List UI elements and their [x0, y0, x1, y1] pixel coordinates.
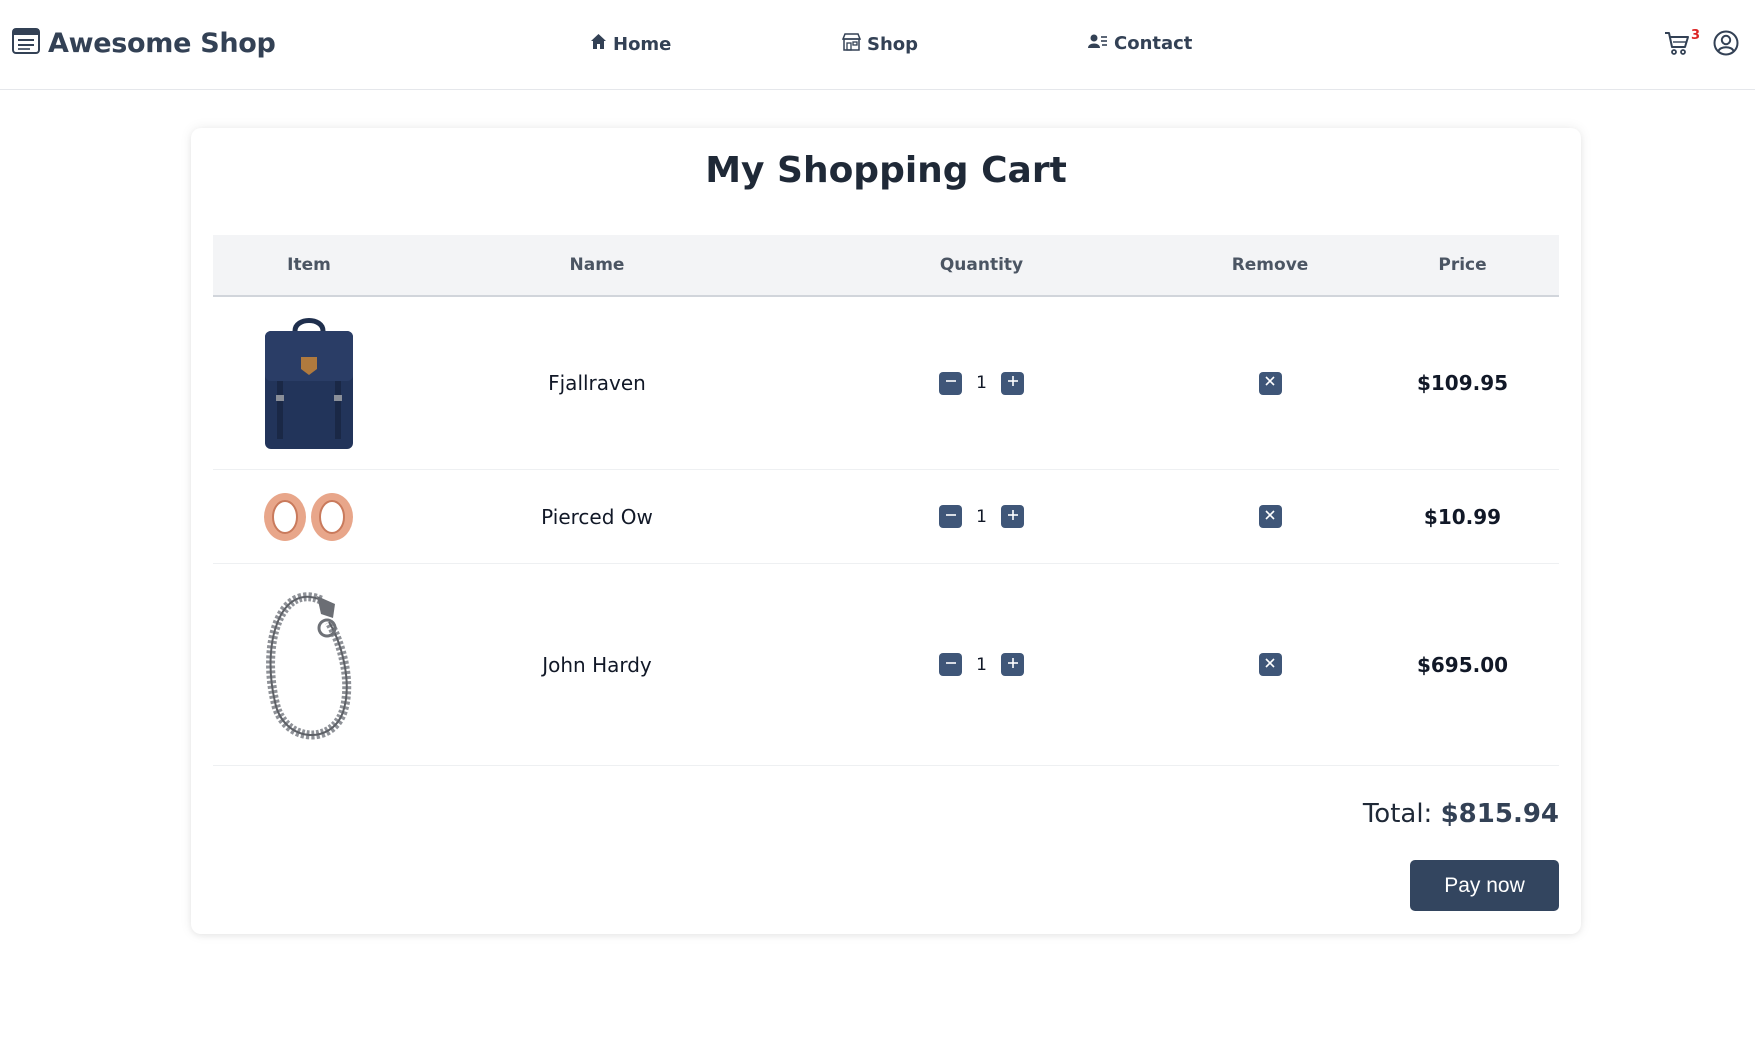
quantity-value: 1	[976, 506, 987, 527]
cart-count-badge: 3	[1691, 28, 1701, 43]
brand-link[interactable]: Awesome Shop	[12, 28, 276, 59]
close-icon	[1264, 656, 1276, 674]
product-image-bracelet[interactable]	[213, 564, 405, 765]
quantity-stepper: 1	[939, 653, 1024, 676]
home-icon	[590, 33, 607, 55]
increase-quantity-button[interactable]	[1001, 371, 1024, 395]
product-image-backpack[interactable]	[213, 297, 405, 469]
quantity-value: 1	[976, 654, 987, 675]
quantity-stepper: 1	[939, 505, 1024, 528]
cart-card: My Shopping Cart Item Name Quantity Remo…	[191, 128, 1581, 934]
top-navbar: Awesome Shop Home Shop Contact 3	[0, 0, 1755, 90]
page-title: My Shopping Cart	[705, 150, 1067, 191]
table-row: Pierced Ow 1 $10.99	[213, 470, 1559, 564]
product-price: $695.00	[1416, 652, 1509, 677]
increase-quantity-button[interactable]	[1001, 505, 1024, 528]
cart-button[interactable]: 3	[1664, 28, 1700, 60]
minus-icon	[945, 656, 957, 674]
nav-home[interactable]: Home	[590, 33, 671, 55]
increase-quantity-button[interactable]	[1001, 653, 1024, 676]
total-value: $815.94	[1440, 799, 1559, 829]
total-label: Total:	[1362, 799, 1433, 829]
menu-box-icon	[12, 28, 40, 59]
plus-icon	[1007, 656, 1019, 674]
table-header: Item Name Quantity Remove Price	[213, 235, 1559, 297]
product-name: John Hardy	[542, 652, 652, 677]
table-row: Fjallraven 1 $109.95	[213, 297, 1559, 470]
remove-item-button[interactable]	[1258, 505, 1282, 528]
quantity-value: 1	[976, 373, 987, 393]
remove-item-button[interactable]	[1258, 371, 1282, 395]
account-button[interactable]	[1713, 30, 1739, 56]
close-icon	[1264, 508, 1276, 526]
cart-icon	[1664, 32, 1690, 60]
plus-icon	[1007, 508, 1019, 526]
minus-icon	[945, 374, 957, 392]
close-icon	[1264, 374, 1276, 392]
quantity-stepper: 1	[939, 371, 1024, 395]
nav-shop-label: Shop	[867, 34, 919, 55]
decrease-quantity-button[interactable]	[939, 371, 962, 395]
cart-table: Item Name Quantity Remove Price Fjallrav…	[213, 235, 1559, 766]
product-name: Pierced Ow	[541, 504, 653, 529]
cart-total: Total: $815.94	[1363, 799, 1559, 829]
header-name: Name	[569, 255, 625, 275]
decrease-quantity-button[interactable]	[939, 505, 962, 528]
decrease-quantity-button[interactable]	[939, 653, 962, 676]
product-price: $10.99	[1423, 504, 1502, 529]
header-quantity: Quantity	[939, 255, 1024, 275]
header-price: Price	[1438, 255, 1487, 275]
product-price: $109.95	[1416, 371, 1509, 395]
contact-card-icon	[1088, 33, 1108, 54]
product-name: Fjallraven	[548, 371, 646, 395]
table-row: John Hardy 1 $695.00	[213, 564, 1559, 766]
store-icon	[841, 33, 862, 56]
nav-contact-label: Contact	[1114, 33, 1193, 54]
user-circle-icon	[1713, 30, 1739, 60]
nav-contact[interactable]: Contact	[1088, 33, 1192, 54]
product-image-plugs[interactable]	[213, 470, 405, 563]
minus-icon	[945, 508, 957, 526]
brand-name: Awesome Shop	[48, 28, 276, 59]
remove-item-button[interactable]	[1258, 653, 1282, 676]
plus-icon	[1007, 374, 1019, 392]
header-item: Item	[287, 255, 331, 275]
header-remove: Remove	[1231, 255, 1309, 275]
nav-shop[interactable]: Shop	[841, 33, 919, 56]
nav-home-label: Home	[613, 33, 672, 55]
pay-now-button[interactable]: Pay now	[1410, 860, 1559, 911]
